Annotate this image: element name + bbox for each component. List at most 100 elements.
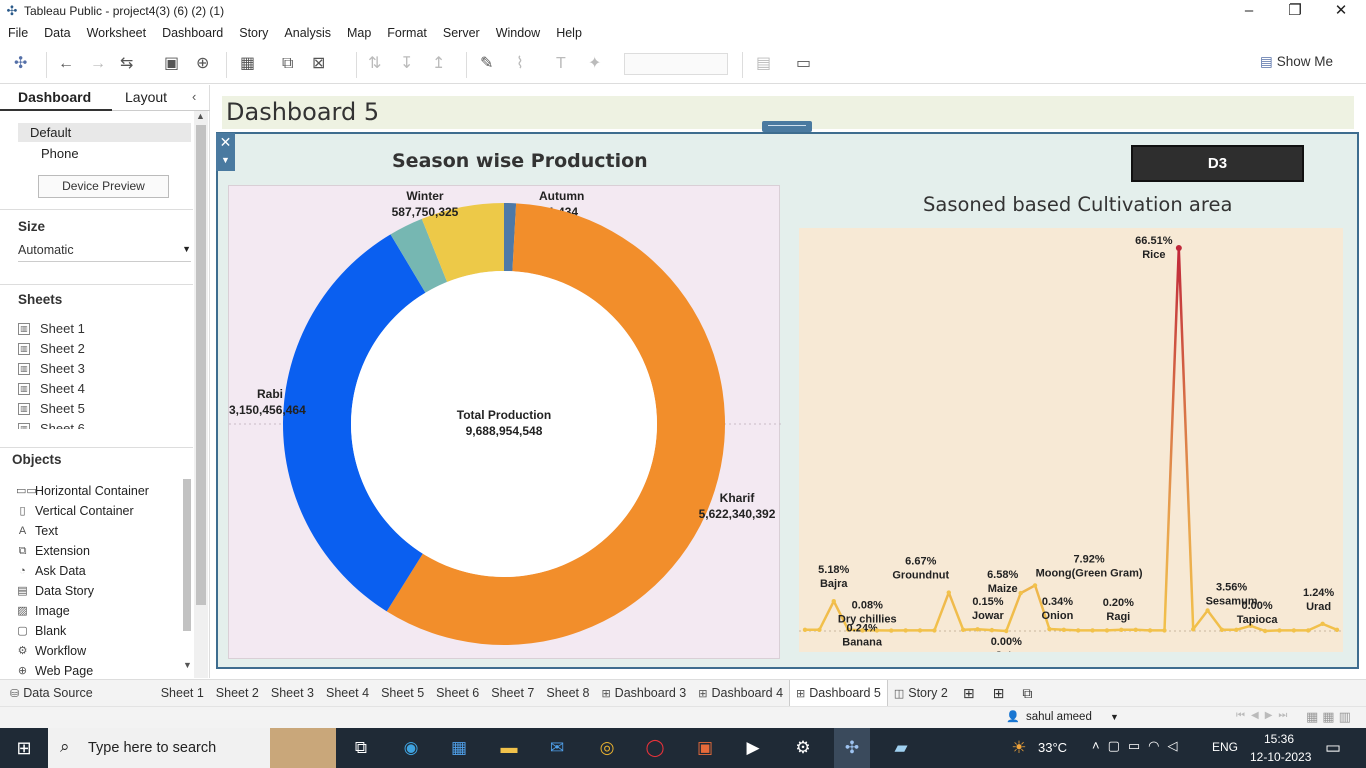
- save-icon[interactable]: ▣: [164, 54, 179, 74]
- data-point[interactable]: [1291, 628, 1297, 633]
- media-player-icon[interactable]: ▶: [740, 736, 766, 760]
- minimize-button[interactable]: –: [1226, 0, 1272, 22]
- menu-item-worksheet[interactable]: Worksheet: [79, 26, 155, 40]
- opera-icon[interactable]: ◯: [642, 736, 668, 760]
- new-worksheet-tab-icon[interactable]: ⊞: [954, 680, 984, 707]
- fit-icon[interactable]: ▤: [756, 54, 771, 74]
- object-item[interactable]: ▯ Vertical Container: [16, 501, 149, 521]
- sheet-list-item[interactable]: ▥ Sheet 2: [18, 339, 85, 359]
- tab-dashboard[interactable]: Dashboard: [0, 85, 112, 111]
- scroll-up-icon[interactable]: ▲: [196, 111, 205, 121]
- menu-item-data[interactable]: Data: [36, 26, 78, 40]
- replace-data-icon[interactable]: ⇆: [120, 54, 133, 74]
- data-point[interactable]: [802, 627, 808, 633]
- menu-item-format[interactable]: Format: [379, 26, 435, 40]
- new-story-tab-icon[interactable]: ⧉: [1013, 680, 1041, 707]
- user-dropdown-icon[interactable]: ▼: [1110, 712, 1119, 722]
- object-item[interactable]: ⧉ Extension: [16, 541, 149, 561]
- data-point[interactable]: [1175, 245, 1182, 251]
- sheet-list-item[interactable]: ▥ Sheet 5: [18, 399, 85, 419]
- data-point[interactable]: [1306, 628, 1311, 633]
- close-window-button[interactable]: ✕: [1318, 0, 1364, 22]
- duplicate-icon[interactable]: ⧉: [282, 54, 293, 74]
- data-point[interactable]: [1018, 590, 1023, 596]
- data-point[interactable]: [1032, 583, 1038, 588]
- office-icon[interactable]: ▣: [692, 736, 718, 760]
- tab-layout[interactable]: Layout ‹: [112, 85, 210, 111]
- data-point[interactable]: [946, 590, 951, 595]
- edge-icon[interactable]: ◉: [398, 736, 424, 760]
- data-point[interactable]: [1191, 627, 1196, 632]
- menu-item-file[interactable]: File: [0, 26, 36, 40]
- sheet-tab[interactable]: Sheet 6: [430, 680, 485, 707]
- size-dropdown[interactable]: Automatic ▼: [18, 242, 191, 262]
- donut-chart[interactable]: Autumn84,641,434Kharif5,622,340,392Rabi3…: [229, 186, 781, 660]
- device-preview-button[interactable]: Device Preview: [38, 175, 169, 198]
- more-options-icon[interactable]: ▼: [216, 151, 235, 169]
- fit-dropdown[interactable]: [624, 53, 728, 75]
- new-dashboard-tab-icon[interactable]: ⊞: [984, 680, 1014, 707]
- sheet-navigation-icons[interactable]: ⏮◀▶⏭: [1236, 710, 1293, 721]
- close-icon[interactable]: ✕: [216, 133, 235, 151]
- device-phone[interactable]: Phone: [41, 146, 79, 161]
- data-point[interactable]: [1047, 626, 1052, 632]
- data-point[interactable]: [960, 627, 966, 633]
- data-point[interactable]: [817, 627, 822, 633]
- line-chart[interactable]: 5.18% Bajra 0.24%Banana 0.08% Dry chillies 6.…: [799, 228, 1343, 662]
- data-point[interactable]: [1262, 628, 1268, 634]
- sort-descending-icon[interactable]: ↥: [432, 54, 445, 74]
- menu-item-map[interactable]: Map: [339, 26, 379, 40]
- collapse-panel-icon[interactable]: ‹: [192, 89, 196, 104]
- data-point[interactable]: [860, 628, 865, 633]
- data-point[interactable]: [1075, 628, 1081, 633]
- data-point[interactable]: [1133, 627, 1138, 633]
- user-name[interactable]: sahul ameed: [1026, 711, 1092, 723]
- clear-sheet-icon[interactable]: ⊠: [312, 54, 325, 74]
- sheet-tab[interactable]: Sheet 2: [210, 680, 265, 707]
- menu-item-dashboard[interactable]: Dashboard: [154, 26, 231, 40]
- new-worksheet-icon[interactable]: ▦: [240, 54, 255, 74]
- notepad-icon[interactable]: ▰: [888, 736, 914, 760]
- object-item[interactable]: A Text: [16, 521, 149, 541]
- windows-start-icon[interactable]: ⊞: [11, 736, 37, 760]
- data-point[interactable]: [1219, 627, 1225, 633]
- data-point[interactable]: [1277, 628, 1282, 633]
- d3-button[interactable]: D3: [1131, 145, 1304, 182]
- menu-item-window[interactable]: Window: [488, 26, 548, 40]
- group-icon[interactable]: ⌇: [516, 54, 524, 74]
- menu-item-server[interactable]: Server: [435, 26, 488, 40]
- mail-icon[interactable]: ✉: [544, 736, 570, 760]
- object-item[interactable]: ⊕ Web Page: [16, 661, 149, 681]
- sheet-tab[interactable]: ⛁ Data Source: [4, 680, 99, 707]
- object-item[interactable]: ▢ Blank: [16, 621, 149, 641]
- container-controls[interactable]: ✕ ▼: [216, 133, 235, 171]
- show-labels-icon[interactable]: T: [556, 54, 566, 74]
- data-point[interactable]: [1147, 628, 1153, 633]
- menu-item-story[interactable]: Story: [231, 26, 276, 40]
- data-point[interactable]: [1061, 627, 1067, 633]
- file-explorer-icon[interactable]: ▬: [496, 736, 522, 760]
- notifications-icon[interactable]: ▭: [1320, 736, 1346, 760]
- data-point[interactable]: [1334, 627, 1340, 633]
- sheet-tab[interactable]: Sheet 4: [320, 680, 375, 707]
- fix-axes-icon[interactable]: ✦: [588, 54, 601, 74]
- data-point[interactable]: [975, 627, 980, 632]
- data-point[interactable]: [831, 598, 836, 604]
- undo-icon[interactable]: ←: [58, 54, 74, 74]
- clock-time[interactable]: 15:36: [1264, 732, 1294, 746]
- sheet-tab[interactable]: ⊞ Dashboard 5: [789, 679, 888, 707]
- object-item[interactable]: ◔ Ask Data: [16, 561, 149, 581]
- scrollbar-thumb[interactable]: [196, 125, 206, 605]
- device-default[interactable]: Default: [18, 123, 191, 142]
- sheet-tab[interactable]: Sheet 1: [155, 680, 210, 707]
- menu-item-help[interactable]: Help: [548, 26, 590, 40]
- clock-date[interactable]: 12-10-2023: [1250, 750, 1311, 764]
- sheet-tab[interactable]: Sheet 3: [265, 680, 320, 707]
- view-mode-icons[interactable]: ▦▦▥: [1306, 709, 1355, 725]
- data-point[interactable]: [932, 628, 937, 633]
- sheet-tab[interactable]: Sheet 8: [540, 680, 595, 707]
- scroll-down-icon[interactable]: ▼: [183, 660, 192, 670]
- data-point[interactable]: [1119, 627, 1124, 633]
- highlight-icon[interactable]: ✎: [480, 54, 493, 74]
- tableau-taskbar-icon[interactable]: ✣: [834, 728, 870, 768]
